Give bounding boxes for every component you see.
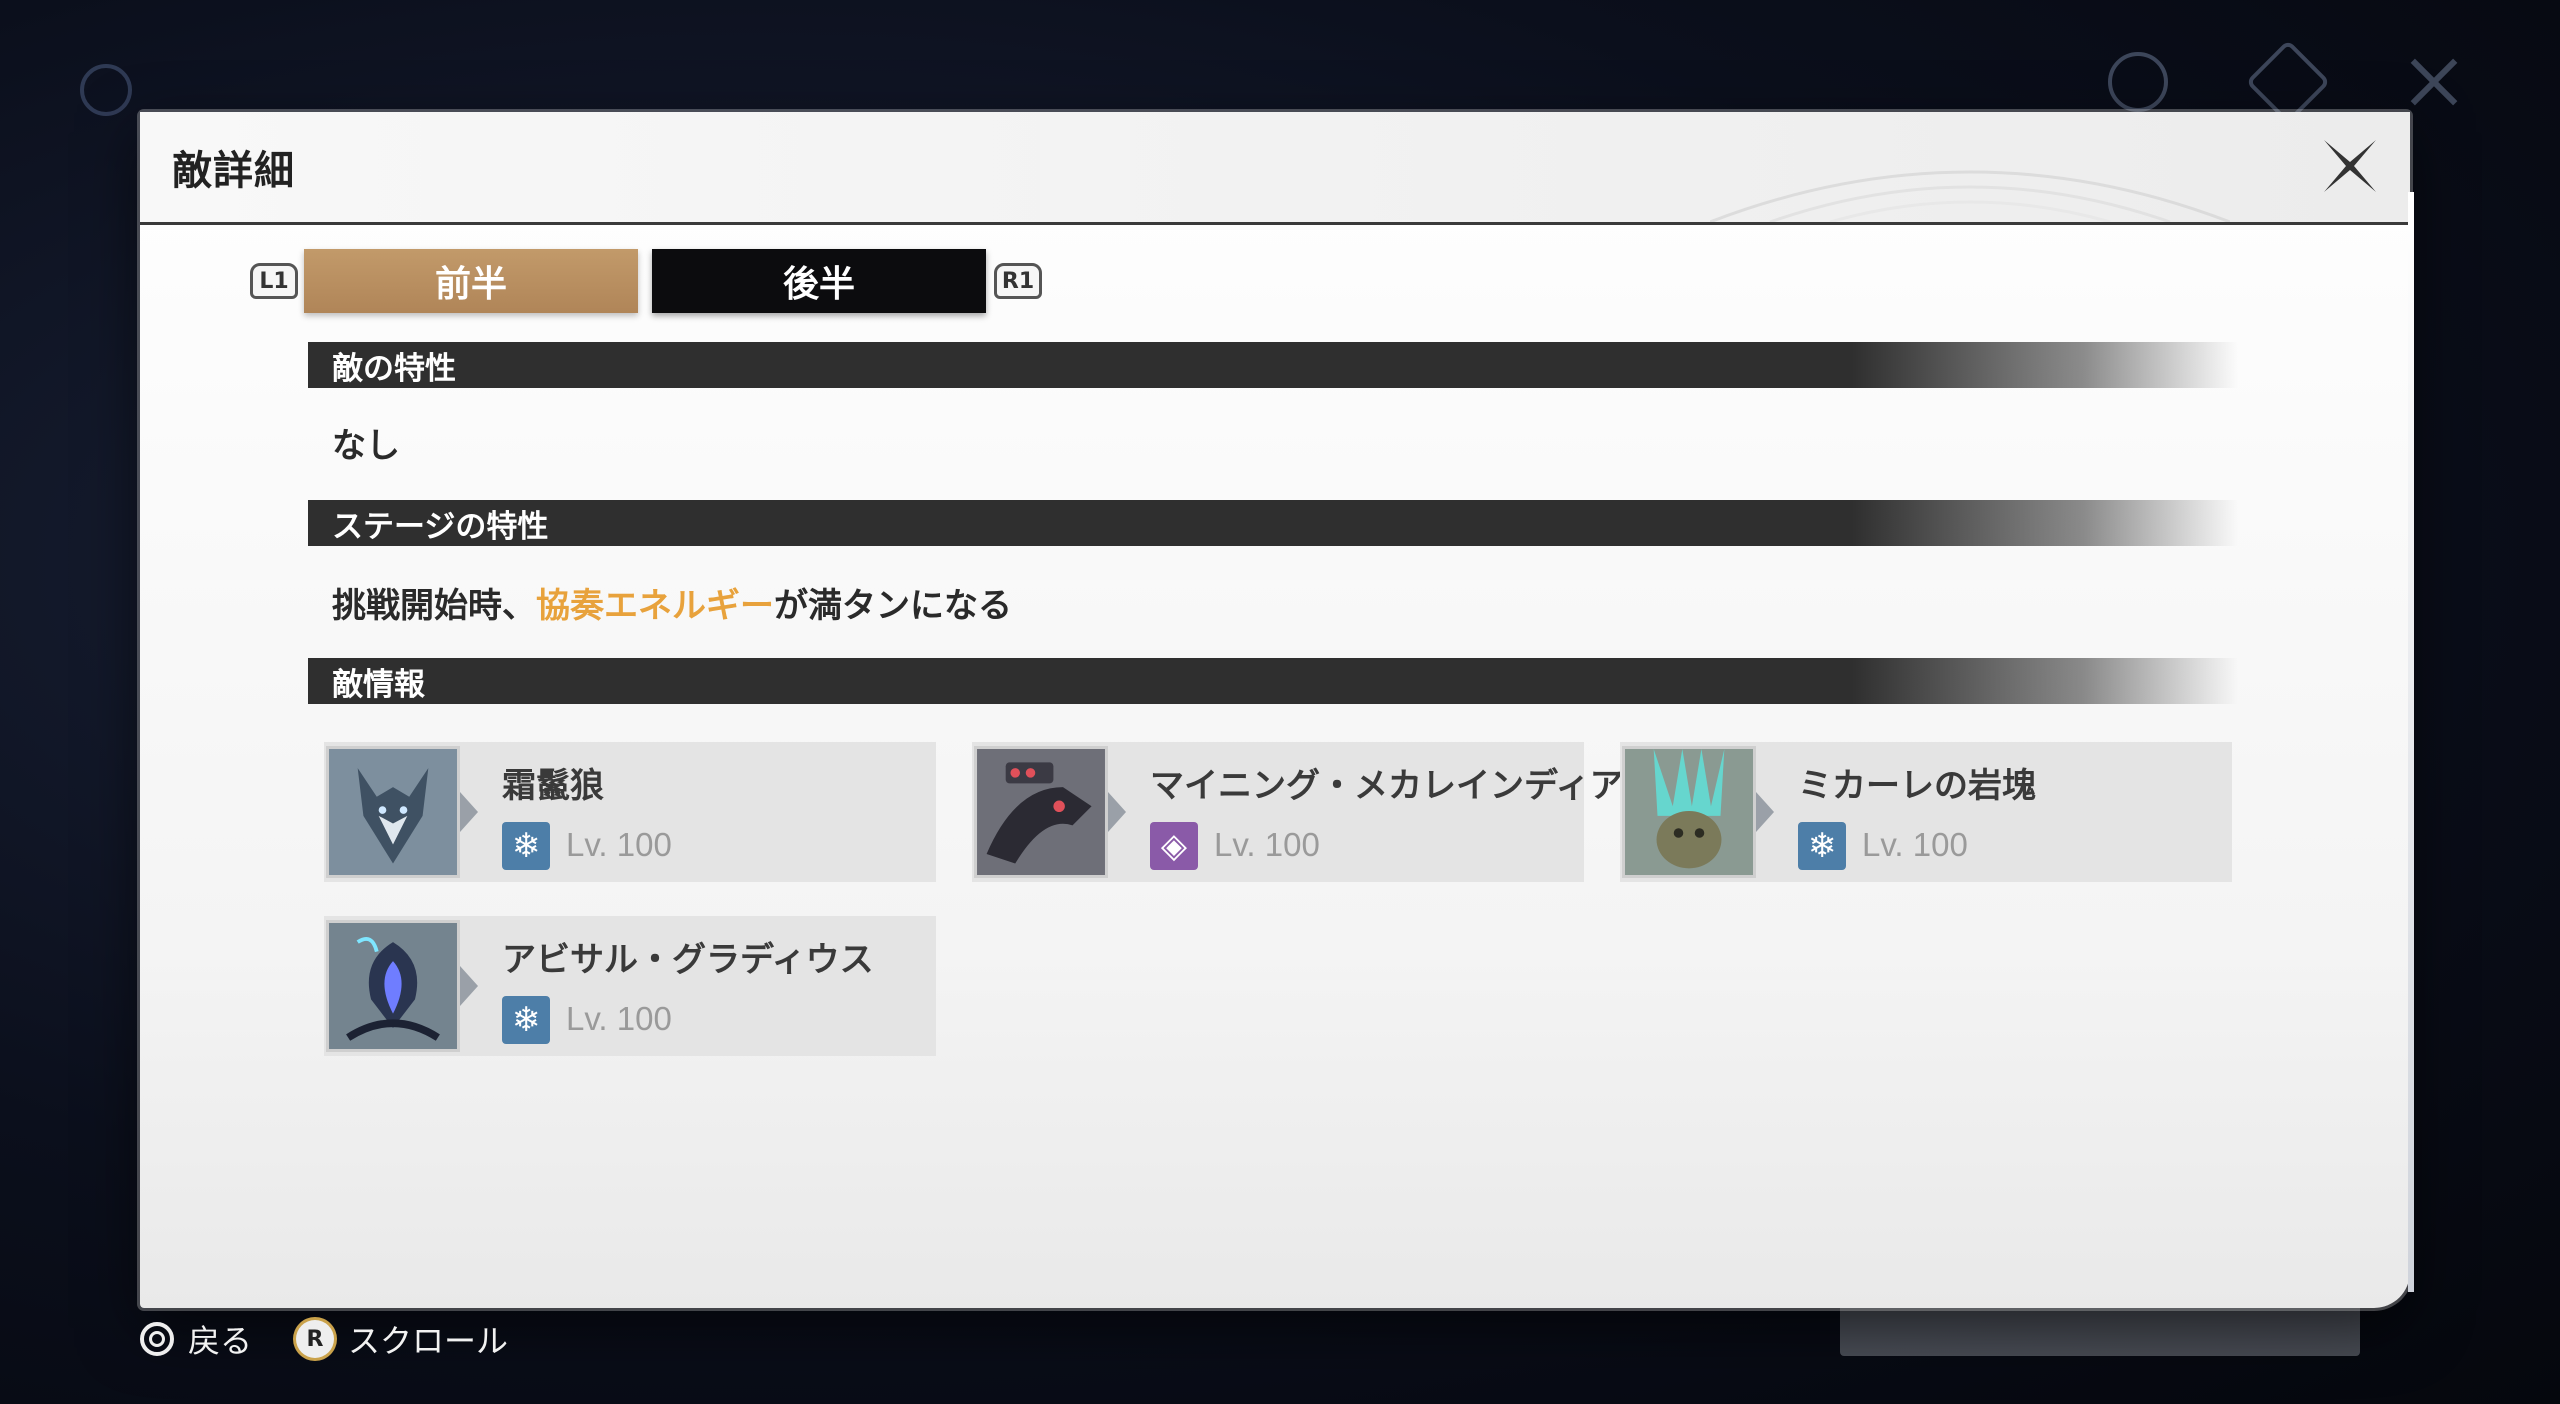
havoc-icon: ◈ [1150,822,1198,870]
right-stick-icon: R [296,1320,335,1358]
background-header [80,62,132,118]
enemy-card[interactable]: マイニング・メカレインディア ◈ Lv. 100 [972,742,1624,882]
modal-header: 敵詳細 [140,112,2410,225]
enemy-name: ミカーレの岩塊 [1798,766,2036,806]
enemy-portrait [326,920,460,1052]
circle-button-icon [140,1322,174,1356]
enemy-details-modal: 敵詳細 L1 前半 後半 R1 敵の特性 なし ステージの特性 挑戦開始時、協奏… [140,112,2414,1308]
close-button[interactable] [2318,134,2382,198]
enemy-name: アビサル・グラディウス [502,940,874,980]
scroll-label: スクロール [348,1322,509,1360]
portrait-pointer [1756,792,1774,832]
enemy-traits-heading: 敵の特性 [308,342,2238,388]
concerto-energy-highlight: 協奏エネルギー [536,586,774,626]
back-hint[interactable]: 戻る [140,1316,252,1362]
portrait-pointer [460,792,478,832]
enemy-info-heading: 敵情報 [308,658,2238,704]
enemy-level: Lv. 100 [566,826,672,863]
portrait-pointer [1108,792,1126,832]
background-logo-icon [80,64,132,116]
stage-traits-text-after: が満タンになる [774,586,1012,626]
control-hints: 戻る R スクロール [140,1316,508,1362]
enemy-portrait [326,746,460,878]
enemy-portrait [974,746,1108,878]
header-decoration [1710,170,2230,222]
glacio-snowflake-icon: ❄ [502,822,550,870]
glacio-snowflake-icon: ❄ [1798,822,1846,870]
enemy-card[interactable]: アビサル・グラディウス ❄ Lv. 100 [324,916,936,1056]
r1-button-icon[interactable]: R1 [994,263,1042,299]
stage-traits-heading: ステージの特性 [308,500,2238,546]
enemy-level: Lv. 100 [566,1000,672,1037]
modal-title: 敵詳細 [172,148,295,194]
glacio-snowflake-icon: ❄ [502,996,550,1044]
enemy-card[interactable]: 霜鬣狼 ❄ Lv. 100 [324,742,936,882]
stage-traits-text: 挑戦開始時、協奏エネルギーが満タンになる [332,578,1012,627]
tab-row: L1 前半 後半 R1 [250,246,1042,316]
background-top-icons [2108,39,2460,125]
enemy-portrait [1622,746,1756,878]
tab-first-half[interactable]: 前半 [304,249,638,313]
enemy-level: Lv. 100 [1214,826,1320,863]
l1-button-icon[interactable]: L1 [250,263,298,299]
background-info-icon [2108,52,2168,112]
enemy-level: Lv. 100 [1862,826,1968,863]
tab-second-half[interactable]: 後半 [652,249,986,313]
background-close-icon [2408,52,2460,104]
back-label: 戻る [188,1322,253,1360]
enemy-name: 霜鬣狼 [502,766,604,806]
enemy-card[interactable]: ミカーレの岩塊 ❄ Lv. 100 [1620,742,2232,882]
enemy-name: マイニング・メカレインディア [1150,766,1624,806]
enemy-traits-text: なし [332,426,400,466]
portrait-pointer [460,966,478,1006]
scroll-hint: R スクロール [296,1316,508,1362]
stage-traits-text-before: 挑戦開始時、 [332,586,536,626]
close-icon [2324,140,2376,192]
